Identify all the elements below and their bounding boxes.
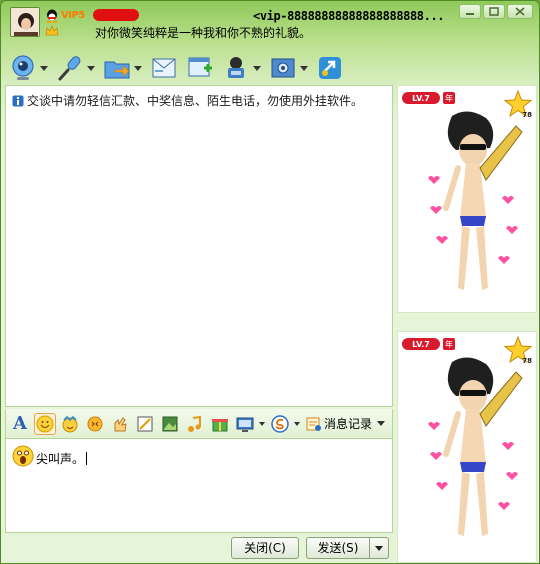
- security-notice: 交谈中请勿轻信汇款、中奖信息、陌生电话，勿使用外挂软件。: [12, 92, 363, 109]
- maximize-icon: [489, 7, 499, 16]
- contact-avatar[interactable]: [10, 7, 40, 37]
- input-toolbar: A 消息记录: [5, 409, 393, 439]
- screen-icon: [236, 417, 254, 432]
- tenpay-button[interactable]: [269, 413, 291, 435]
- crown-icon: [45, 25, 59, 36]
- magic-face-icon: [62, 415, 78, 432]
- chevron-down-icon[interactable]: [259, 421, 265, 426]
- vip-badge[interactable]: VIP5: [61, 10, 85, 21]
- year-badge: 年: [443, 92, 455, 104]
- minimize-icon: [466, 13, 474, 15]
- shake-icon: [87, 416, 103, 431]
- level-label: LV.7: [402, 92, 440, 104]
- maximize-button[interactable]: [483, 4, 505, 19]
- send-button[interactable]: 发送(S): [306, 537, 370, 559]
- close-window-button[interactable]: [507, 4, 533, 19]
- transfer-icon: [319, 57, 341, 79]
- webcam-icon: [12, 55, 34, 80]
- contact-show-panel[interactable]: LV.7 年 78: [397, 85, 537, 313]
- text-cursor: [86, 452, 88, 465]
- hand-icon: [114, 416, 127, 431]
- nickname-redaction: [93, 9, 139, 21]
- microphone-icon: [58, 56, 81, 81]
- chevron-down-icon[interactable]: [377, 421, 386, 426]
- chat-window: VIP5 <vip-88888888888888888888... 对你微笑纯粹…: [0, 0, 540, 564]
- contact-id: <vip-88888888888888888888...: [253, 9, 445, 23]
- input-text: 尖叫声。: [36, 450, 88, 467]
- remote-assist-button[interactable]: [222, 53, 261, 83]
- music-icon: [188, 415, 201, 432]
- close-icon: [515, 7, 525, 16]
- voice-message-button[interactable]: [109, 413, 131, 435]
- message-history-button[interactable]: 消息记录: [306, 415, 386, 432]
- year-badge: 年: [443, 338, 455, 350]
- chevron-down-icon[interactable]: [294, 421, 300, 426]
- gift-icon: [212, 418, 228, 431]
- chevron-down-icon[interactable]: [40, 65, 48, 71]
- send-mail-button[interactable]: [150, 53, 178, 83]
- gift-button[interactable]: [209, 413, 231, 435]
- scissors-icon: [137, 416, 153, 431]
- chevron-down-icon: [375, 546, 383, 551]
- image-button[interactable]: [159, 413, 181, 435]
- level-label: LV.7: [402, 338, 440, 350]
- chevron-down-icon[interactable]: [87, 65, 95, 71]
- remote-assist-icon: [228, 57, 244, 78]
- input-content: 尖叫声。: [12, 445, 88, 467]
- payment-icon: [271, 414, 289, 433]
- minimize-button[interactable]: [459, 4, 481, 19]
- send-file-button[interactable]: [103, 53, 142, 83]
- chevron-down-icon[interactable]: [134, 65, 142, 71]
- window-controls: [459, 4, 533, 19]
- close-button[interactable]: 关闭(C): [231, 537, 299, 559]
- screenshot-button[interactable]: [134, 413, 156, 435]
- security-notice-text: 交谈中请勿轻信汇款、中奖信息、陌生电话，勿使用外挂软件。: [27, 94, 364, 108]
- folder-icon: [104, 61, 130, 79]
- settings-button[interactable]: [269, 53, 308, 83]
- chevron-down-icon[interactable]: [300, 65, 308, 71]
- contact-signature: 对你微笑纯粹是一种我和你不熟的礼貌。: [95, 26, 312, 40]
- add-app-button[interactable]: [186, 53, 214, 83]
- my-show-panel[interactable]: LV.7 年 78: [397, 331, 537, 563]
- picture-icon: [162, 416, 178, 431]
- magic-emoji-button[interactable]: [59, 413, 81, 435]
- level-badge: LV.7 年: [402, 92, 455, 104]
- screen-share-button[interactable]: [234, 413, 256, 435]
- message-input[interactable]: 尖叫声。: [5, 439, 393, 533]
- voice-call-button[interactable]: [56, 53, 95, 83]
- qq-status-icon: [46, 9, 58, 23]
- emoji-button[interactable]: [34, 412, 56, 435]
- font-icon: A: [13, 413, 27, 434]
- mail-icon: [152, 58, 176, 78]
- show-avatar-figure: [428, 357, 523, 536]
- main-toolbar: [9, 51, 352, 85]
- history-icon: [306, 417, 321, 431]
- music-button[interactable]: [184, 413, 206, 435]
- send-options-button[interactable]: [369, 537, 389, 559]
- show-avatar-figure: [428, 111, 523, 290]
- transfer-button[interactable]: [316, 53, 344, 83]
- settings-icon: [271, 58, 295, 78]
- scream-emoji-icon: [12, 445, 34, 467]
- add-app-icon: [188, 57, 212, 77]
- chat-history[interactable]: 交谈中请勿轻信汇款、中奖信息、陌生电话，勿使用外挂软件。: [5, 85, 393, 407]
- font-button[interactable]: A: [9, 413, 31, 435]
- shake-window-button[interactable]: [84, 413, 106, 435]
- level-badge: LV.7 年: [402, 338, 455, 350]
- chevron-down-icon[interactable]: [253, 65, 261, 71]
- message-history-label: 消息记录: [324, 417, 373, 431]
- info-icon: [12, 95, 24, 106]
- smiley-icon: [36, 415, 54, 432]
- video-call-button[interactable]: [9, 53, 48, 83]
